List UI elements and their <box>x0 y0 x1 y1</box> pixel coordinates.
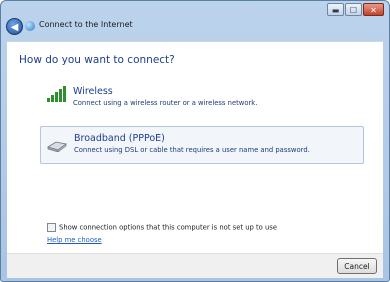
cancel-button[interactable]: Cancel <box>337 258 377 274</box>
minimize-button[interactable]: ▬ <box>327 3 344 16</box>
option-wireless[interactable]: Wireless Connect using a wireless router… <box>40 82 364 112</box>
wizard-window: ▬ ☐ ✕ ◀ Connect to the Internet How do y… <box>0 0 390 282</box>
option-broadband-title: Broadband (PPPoE) <box>74 133 165 144</box>
footer-bar: Cancel <box>7 253 383 278</box>
content-panel: How do you want to connect? Wireless Con… <box>7 41 383 253</box>
option-broadband[interactable]: Broadband (PPPoE) Connect using DSL or c… <box>40 126 364 164</box>
maximize-button[interactable]: ☐ <box>345 3 362 16</box>
show-options-checkbox[interactable] <box>47 223 56 232</box>
back-button[interactable]: ◀ <box>6 18 23 35</box>
network-globe-icon <box>25 21 35 31</box>
close-button[interactable]: ✕ <box>363 3 384 16</box>
modem-icon <box>47 137 67 153</box>
option-wireless-title: Wireless <box>73 86 113 97</box>
window-controls: ▬ ☐ ✕ <box>326 3 384 16</box>
show-options-label: Show connection options that this comput… <box>59 223 277 232</box>
option-broadband-description: Connect using DSL or cable that requires… <box>74 146 310 154</box>
wizard-title: Connect to the Internet <box>39 20 133 29</box>
title-bar: ▬ ☐ ✕ ◀ Connect to the Internet <box>1 1 389 41</box>
wireless-signal-icon <box>47 86 67 102</box>
page-heading: How do you want to connect? <box>19 54 175 66</box>
show-options-row: Show connection options that this comput… <box>47 223 277 232</box>
help-me-choose-link[interactable]: Help me choose <box>47 236 102 244</box>
option-wireless-description: Connect using a wireless router or a wir… <box>73 99 258 107</box>
